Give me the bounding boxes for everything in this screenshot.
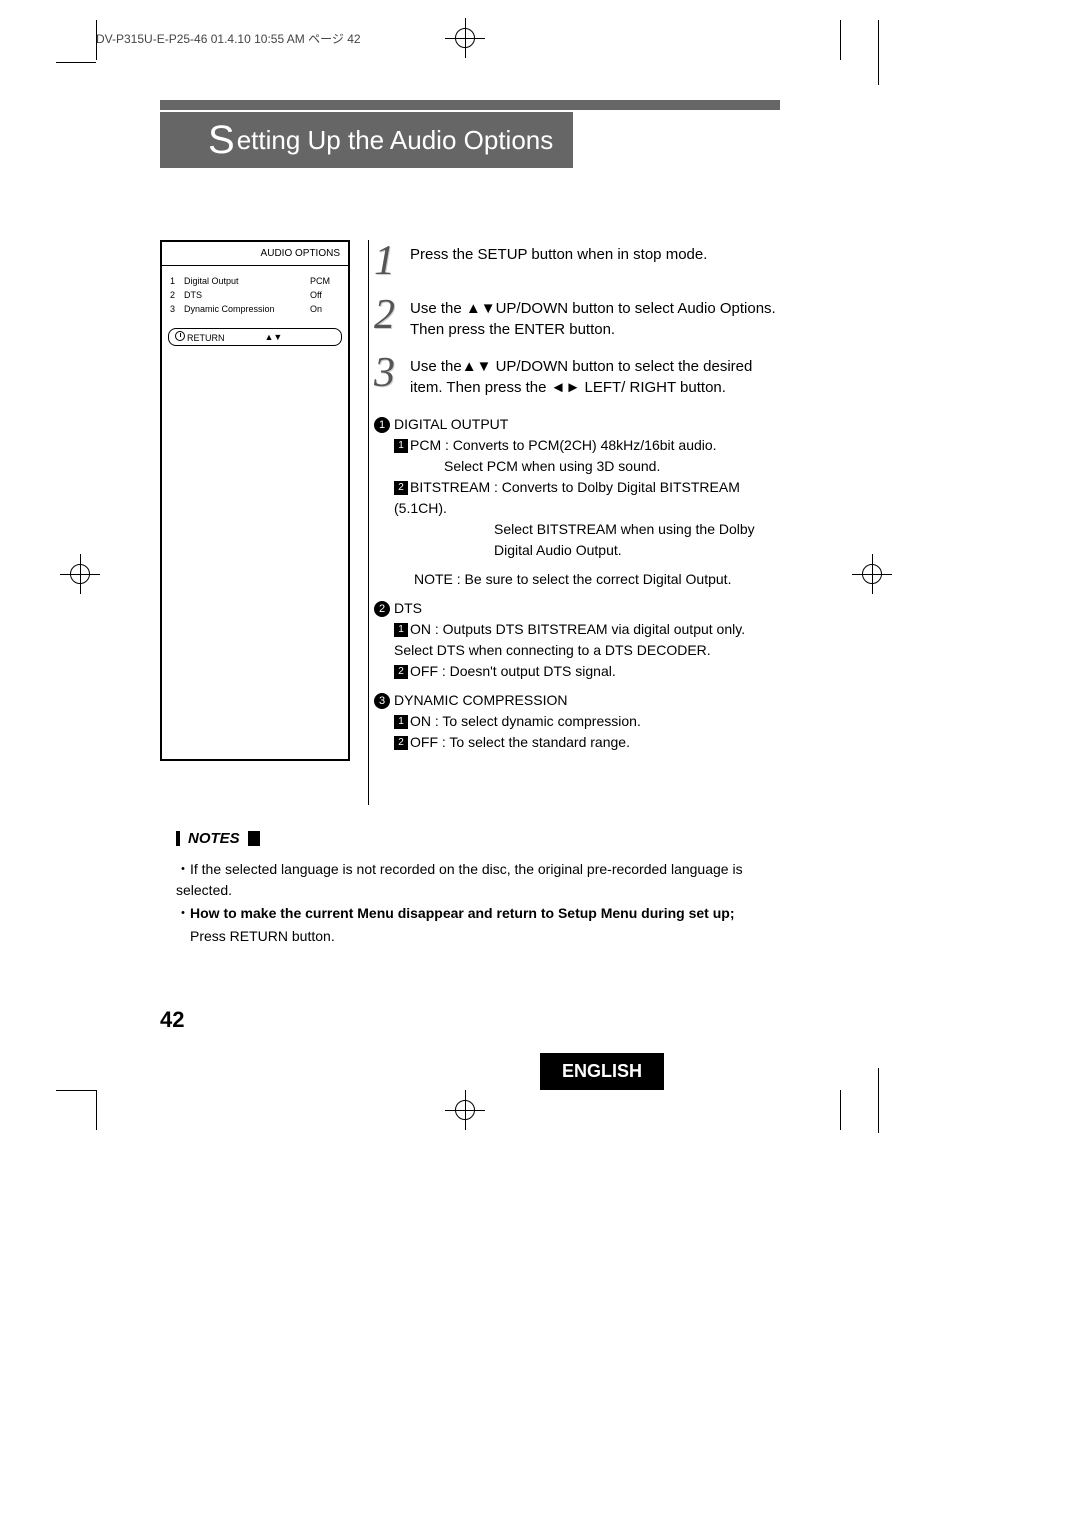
notes-title: NOTES bbox=[188, 830, 240, 847]
registration-mark bbox=[60, 554, 100, 594]
step-2: 2 Use the ▲▼UP/DOWN button to select Aud… bbox=[374, 294, 780, 340]
boxed-1-icon: 1 bbox=[394, 623, 408, 637]
registration-mark bbox=[445, 1090, 485, 1130]
boxed-2-icon: 2 bbox=[394, 736, 408, 750]
crop-mark bbox=[840, 20, 841, 60]
content-area: AUDIO OPTIONS 1 Digital Output PCM 2 DTS… bbox=[160, 240, 780, 761]
page-header: Setting Up the Audio Options bbox=[160, 100, 780, 168]
left-right-icon: ◄► bbox=[551, 379, 581, 396]
menu-footer: RETURN ▲▼ bbox=[168, 328, 342, 346]
notes-accent bbox=[176, 831, 180, 846]
crop-mark bbox=[878, 1068, 879, 1133]
boxed-2-icon: 2 bbox=[394, 481, 408, 495]
title-accent bbox=[160, 112, 200, 168]
menu-title: AUDIO OPTIONS bbox=[162, 242, 348, 266]
arrows-icon: ▲▼ bbox=[265, 332, 283, 342]
page-title: Setting Up the Audio Options bbox=[200, 112, 573, 168]
crop-mark bbox=[878, 20, 879, 85]
detail-heading: DYNAMIC COMPRESSION bbox=[394, 692, 567, 708]
page-number: 42 bbox=[160, 1007, 184, 1033]
up-down-icon: ▲▼ bbox=[466, 300, 496, 317]
header-filename: DV-P315U-E-P25-46 01.4.10 10:55 AM ページ 4… bbox=[96, 30, 361, 47]
step-3: 3 Use the▲▼ UP/DOWN button to select the… bbox=[374, 352, 780, 398]
crop-mark bbox=[56, 1090, 96, 1091]
circled-1-icon: 1 bbox=[374, 417, 390, 433]
registration-mark bbox=[445, 18, 485, 58]
registration-mark bbox=[852, 554, 892, 594]
up-down-icon: ▲▼ bbox=[462, 358, 492, 375]
boxed-1-icon: 1 bbox=[394, 439, 408, 453]
detail-heading: DTS bbox=[394, 600, 422, 616]
menu-row: 1 Digital Output PCM bbox=[170, 276, 340, 286]
step-number: 2 bbox=[374, 294, 402, 340]
boxed-2-icon: 2 bbox=[394, 665, 408, 679]
notes-accent bbox=[248, 831, 260, 846]
language-badge: ENGLISH bbox=[540, 1053, 664, 1090]
step-number: 1 bbox=[374, 240, 402, 282]
circled-2-icon: 2 bbox=[374, 601, 390, 617]
boxed-1-icon: 1 bbox=[394, 715, 408, 729]
step-number: 3 bbox=[374, 352, 402, 398]
osd-menu-mockup: AUDIO OPTIONS 1 Digital Output PCM 2 DTS… bbox=[160, 240, 350, 761]
menu-row: 2 DTS Off bbox=[170, 290, 340, 300]
step-1: 1 Press the SETUP button when in stop mo… bbox=[374, 240, 780, 282]
detail-list: 1DIGITAL OUTPUT 1PCM : Converts to PCM(2… bbox=[374, 414, 780, 753]
menu-row: 3 Dynamic Compression On bbox=[170, 304, 340, 314]
clock-icon bbox=[175, 331, 185, 341]
circled-3-icon: 3 bbox=[374, 693, 390, 709]
notes-section: NOTES ・If the selected language is not r… bbox=[176, 830, 776, 947]
decorative-bar bbox=[160, 100, 780, 110]
crop-mark bbox=[96, 1090, 97, 1130]
crop-mark bbox=[840, 1090, 841, 1130]
crop-mark bbox=[56, 62, 96, 63]
detail-heading: DIGITAL OUTPUT bbox=[394, 416, 508, 432]
instructions: 1 Press the SETUP button when in stop mo… bbox=[374, 240, 780, 761]
